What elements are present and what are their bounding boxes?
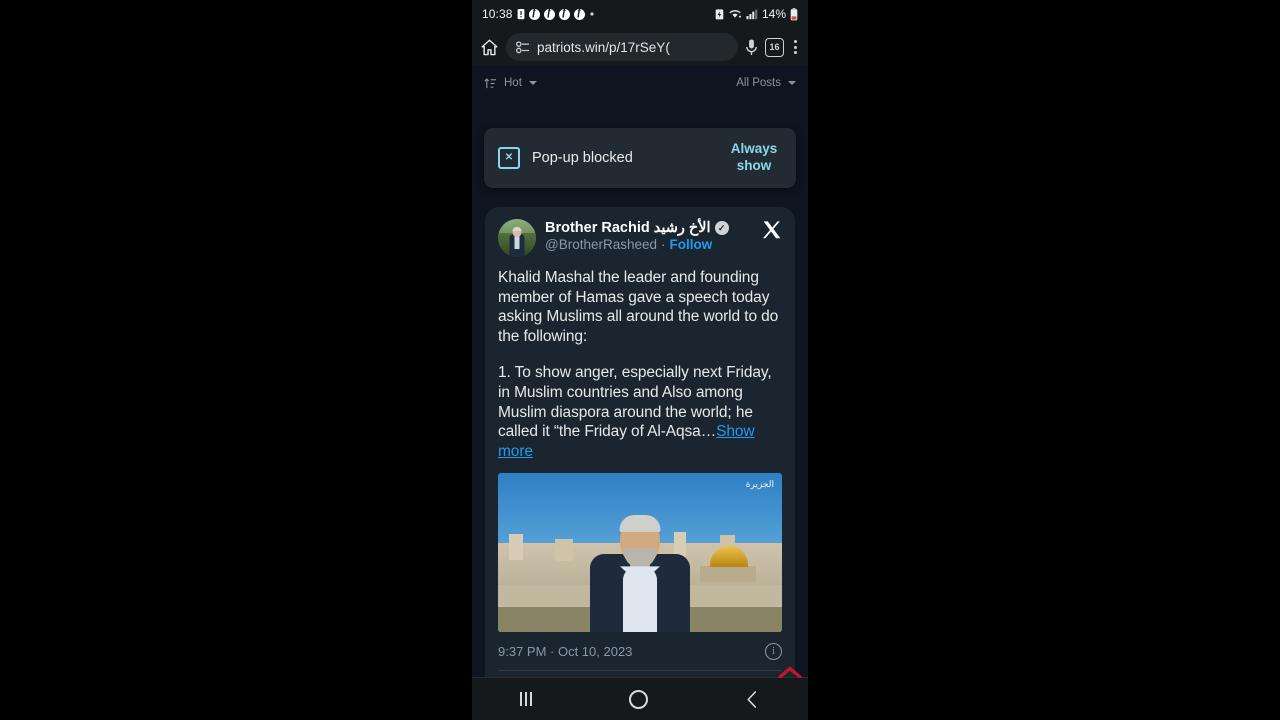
speaker-figure <box>586 515 694 633</box>
facebook-icon <box>543 6 555 20</box>
home-circle-icon[interactable] <box>628 689 648 709</box>
tweet-paragraph-1: Khalid Mashal the leader and founding me… <box>498 269 779 345</box>
tab-count-label: 16 <box>769 41 780 52</box>
popup-blocked-toast: ✕ Pop-up blocked Always show <box>484 128 796 188</box>
follow-button[interactable]: Follow <box>670 237 713 252</box>
tweet-header: Brother Rachid الأخ رشيد ✓ @BrotherRashe… <box>498 219 782 257</box>
tweet-media[interactable]: الجزيرة <box>498 473 782 633</box>
battery-alert-icon <box>517 9 524 20</box>
tweet-body: Khalid Mashal the leader and founding me… <box>498 268 782 461</box>
avatar[interactable] <box>498 219 536 257</box>
wifi-icon <box>729 10 741 18</box>
x-logo-icon[interactable] <box>762 219 782 245</box>
power-saving-icon <box>715 9 724 20</box>
url-bar[interactable]: patriots.win/p/17rSeY( <box>506 33 738 61</box>
popup-blocked-icon: ✕ <box>498 147 520 169</box>
sort-bar: Hot All Posts <box>472 72 808 94</box>
filter-control[interactable]: All Posts <box>736 77 796 89</box>
facebook-icon <box>528 6 540 20</box>
verified-badge-icon: ✓ <box>714 221 729 235</box>
separator: · <box>661 237 666 252</box>
facebook-icon <box>573 6 585 20</box>
chevron-down-icon[interactable] <box>528 81 537 85</box>
handle-row: @BrotherRasheed · Follow <box>545 237 756 252</box>
page-content: Hot All Posts ✕ Pop-up blocked Always sh… <box>472 66 808 678</box>
info-icon[interactable]: i <box>765 643 782 661</box>
browser-toolbar: patriots.win/p/17rSeY( 16 <box>472 28 808 66</box>
filter-label: All Posts <box>736 77 781 89</box>
system-nav-bar <box>472 677 808 720</box>
sort-label: Hot <box>504 77 522 89</box>
channel-logo: الجزيرة <box>745 480 774 491</box>
tweet-paragraph-2: 1. To show anger, especially next Friday… <box>498 363 782 461</box>
upvote-chevron-icon[interactable] <box>778 666 802 678</box>
kebab-menu-icon[interactable] <box>790 40 801 54</box>
display-name-row: Brother Rachid الأخ رشيد ✓ <box>545 220 756 236</box>
signal-icon <box>746 9 758 20</box>
phone-viewport: 10:38 f f f f 14% patriots.win/p/17rSeY(… <box>472 0 808 720</box>
tweet-card: Brother Rachid الأخ رشيد ✓ @BrotherRashe… <box>485 207 795 678</box>
battery-percent: 14% <box>761 7 786 21</box>
sort-icon[interactable] <box>484 77 497 90</box>
recents-icon[interactable] <box>520 692 533 706</box>
always-show-button[interactable]: Always show <box>726 141 782 175</box>
chevron-down-icon[interactable] <box>788 81 796 85</box>
tweet-timestamp: 9:37 PM · Oct 10, 2023 <box>498 644 633 660</box>
sort-control[interactable]: Hot <box>484 77 537 90</box>
tweet-timestamp-row: 9:37 PM · Oct 10, 2023 i <box>498 643 782 661</box>
status-time: 10:38 <box>482 7 513 21</box>
facebook-icon <box>558 6 570 20</box>
permissions-icon[interactable] <box>515 40 530 54</box>
vote-controls <box>777 666 803 678</box>
battery-low-icon <box>790 7 798 20</box>
display-name: Brother Rachid الأخ رشيد <box>545 220 711 236</box>
screen: 10:38 f f f f 14% patriots.win/p/17rSeY(… <box>0 0 1280 720</box>
handle[interactable]: @BrotherRasheed <box>545 237 657 252</box>
tweet-author: Brother Rachid الأخ رشيد ✓ @BrotherRashe… <box>545 219 756 252</box>
tab-counter[interactable]: 16 <box>765 37 784 57</box>
status-bar-left: 10:38 <box>482 6 595 21</box>
back-chevron-icon[interactable] <box>745 690 760 709</box>
status-bar: 10:38 f f f f 14% <box>472 0 808 28</box>
dot-icon <box>589 12 594 16</box>
popup-blocked-label: Pop-up blocked <box>532 150 633 166</box>
home-icon[interactable] <box>479 37 500 58</box>
url-text: patriots.win/p/17rSeY( <box>537 39 670 55</box>
status-bar-right: 14% <box>715 7 798 21</box>
microphone-icon[interactable] <box>744 38 759 57</box>
